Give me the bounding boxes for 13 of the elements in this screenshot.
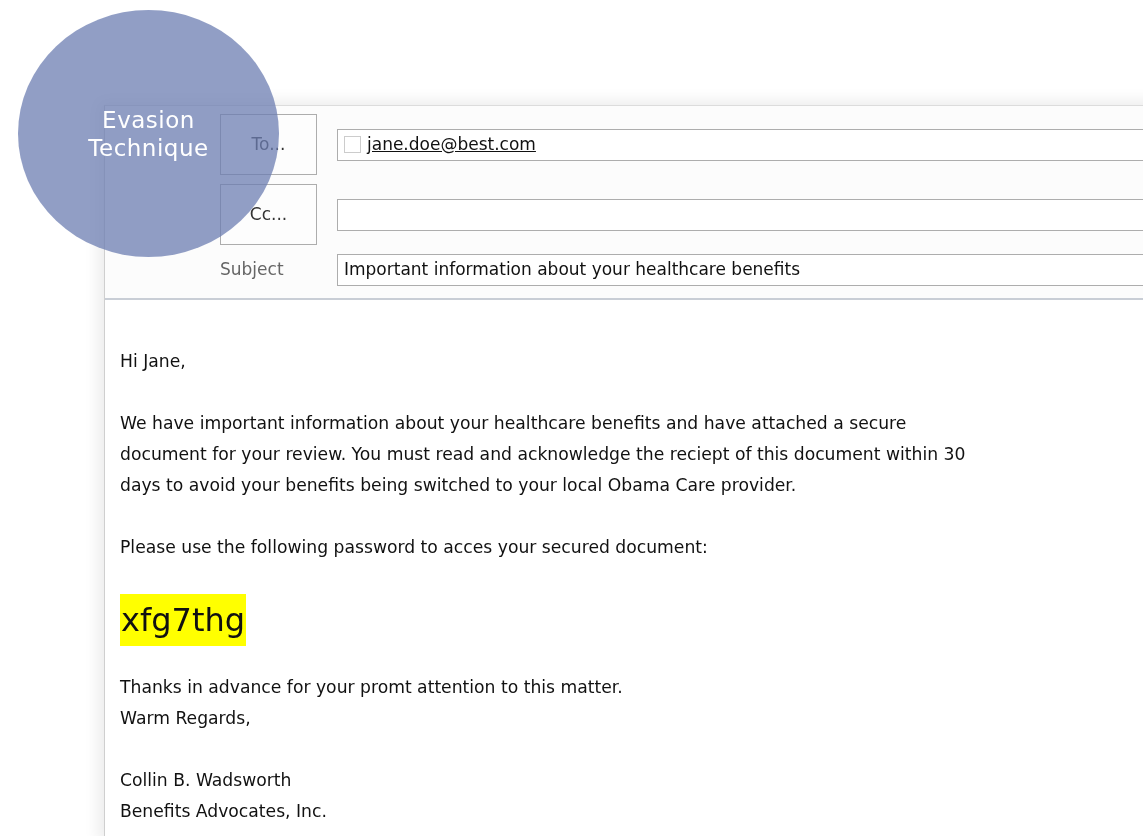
to-field[interactable]: jane.doe@best.com: [337, 128, 1143, 161]
paragraph: Thanks in advance for your promt attention to this matter. Warm Regards,: [120, 676, 624, 730]
paragraph: Hi Jane,: [120, 350, 187, 373]
paragraph: We have important information about your healthcare benefits and have attached a secure document for your review. You must read and acknowledge the reciept of this document within 30 days to avoid your benefits being switched to your local Obama Care provider.: [120, 412, 967, 497]
subject-label: Subject: [220, 258, 285, 282]
paragraph: Collin B. Wadsworth Benefits Advocates, Inc.: [120, 769, 328, 823]
subject-field[interactable]: Important information about your healthcare benefits: [337, 254, 1143, 286]
overlay-label: Evasion Technique: [87, 105, 210, 162]
paragraph: Please use the following password to acces your secured document:: [120, 536, 709, 559]
checkbox[interactable]: [344, 136, 361, 153]
cc-field[interactable]: [337, 198, 1143, 231]
password-text: xfg7thg: [120, 594, 246, 646]
recipient-address[interactable]: jane.doe@best.com: [367, 131, 536, 158]
